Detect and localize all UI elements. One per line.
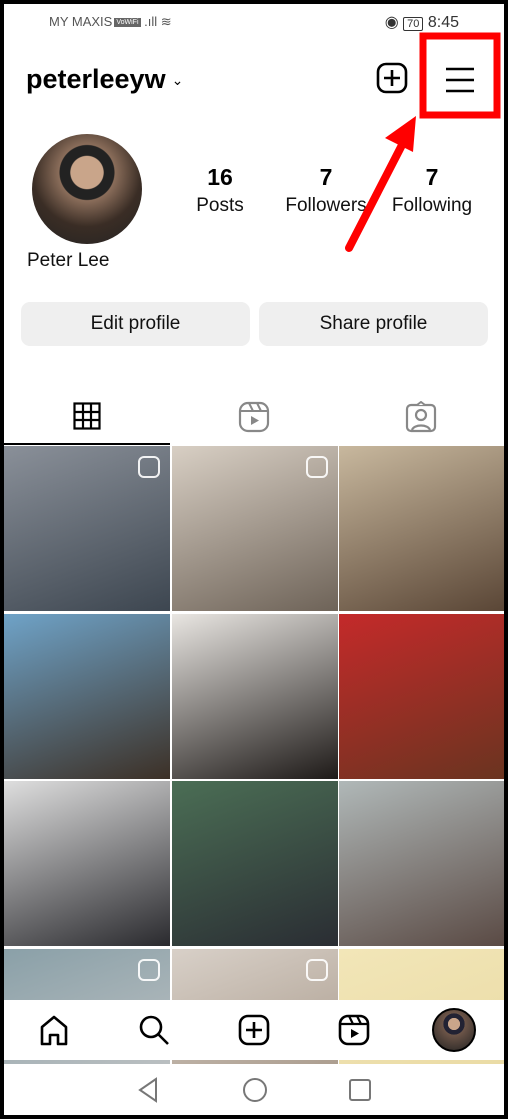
screen: MY MAXIS VoWiFi .ıll ≋ ◉ 70 8:45 peterlee… — [4, 4, 504, 1115]
system-nav-bar — [4, 1064, 504, 1115]
profile-avatar[interactable] — [32, 134, 142, 244]
hamburger-menu-icon — [446, 67, 474, 93]
back-icon[interactable] — [137, 1077, 159, 1103]
post-thumbnail[interactable] — [339, 781, 504, 946]
followers-stat[interactable]: 7 Followers — [276, 164, 376, 217]
reel-indicator-icon — [305, 958, 328, 981]
profile-name: Peter Lee — [27, 250, 110, 271]
nav-create[interactable] — [234, 1010, 274, 1050]
wifi-icon: ≋ — [160, 14, 172, 29]
tab-tagged[interactable] — [338, 389, 504, 445]
nav-profile-avatar[interactable] — [432, 1008, 476, 1052]
home-circle-icon[interactable] — [242, 1077, 268, 1103]
reel-indicator-icon — [305, 456, 328, 478]
clock: 8:45 — [427, 14, 459, 31]
bottom-nav — [4, 1000, 504, 1060]
eye-icon: ◉ — [384, 14, 399, 31]
share-profile-button[interactable]: Share profile — [259, 302, 488, 346]
followers-label: Followers — [285, 195, 367, 216]
posts-count: 16 — [207, 164, 233, 190]
following-label: Following — [391, 195, 473, 216]
posts-stat[interactable]: 16 Posts — [170, 164, 270, 217]
create-icon — [238, 1014, 270, 1046]
create-button[interactable] — [375, 61, 409, 95]
username-switcher[interactable]: peterleeyw ⌄ — [26, 64, 183, 95]
nav-home[interactable] — [34, 1010, 74, 1050]
reels-icon — [238, 401, 270, 433]
posts-label: Posts — [196, 195, 244, 216]
recents-icon[interactable] — [348, 1078, 372, 1102]
followers-count: 7 — [319, 164, 333, 190]
tagged-icon — [405, 401, 437, 433]
grid-icon — [73, 402, 101, 430]
following-count: 7 — [425, 164, 439, 190]
status-bar: MY MAXIS VoWiFi .ıll ≋ ◉ 70 8:45 — [4, 12, 504, 32]
username: peterleeyw — [26, 64, 166, 94]
post-thumbnail[interactable] — [4, 613, 170, 779]
reel-indicator-icon — [138, 958, 160, 981]
post-thumbnail[interactable] — [339, 613, 504, 779]
tab-reels[interactable] — [171, 389, 337, 445]
plus-square-icon — [376, 62, 408, 94]
vowifi-badge: VoWiFi — [114, 18, 141, 28]
tab-posts-grid[interactable] — [4, 389, 170, 445]
search-icon — [139, 1015, 169, 1045]
reel-indicator-icon — [138, 456, 160, 478]
signal-icon: .ıll — [144, 14, 158, 29]
reels-icon — [338, 1014, 370, 1046]
post-thumbnail[interactable] — [339, 446, 504, 611]
home-icon — [40, 1015, 68, 1046]
profile-tabs — [4, 389, 504, 445]
post-thumbnail[interactable] — [171, 446, 338, 611]
chevron-down-icon: ⌄ — [171, 72, 184, 89]
nav-reels[interactable] — [334, 1010, 374, 1050]
post-thumbnail[interactable] — [171, 613, 338, 779]
menu-button[interactable] — [434, 58, 486, 102]
post-thumbnail[interactable] — [4, 446, 170, 611]
carrier: MY MAXIS — [49, 14, 113, 29]
post-thumbnail[interactable] — [171, 781, 338, 946]
battery-icon: 70 — [403, 17, 424, 31]
following-stat[interactable]: 7 Following — [382, 164, 482, 217]
edit-profile-button[interactable]: Edit profile — [21, 302, 250, 346]
nav-search[interactable] — [134, 1010, 174, 1050]
post-thumbnail[interactable] — [4, 781, 170, 946]
